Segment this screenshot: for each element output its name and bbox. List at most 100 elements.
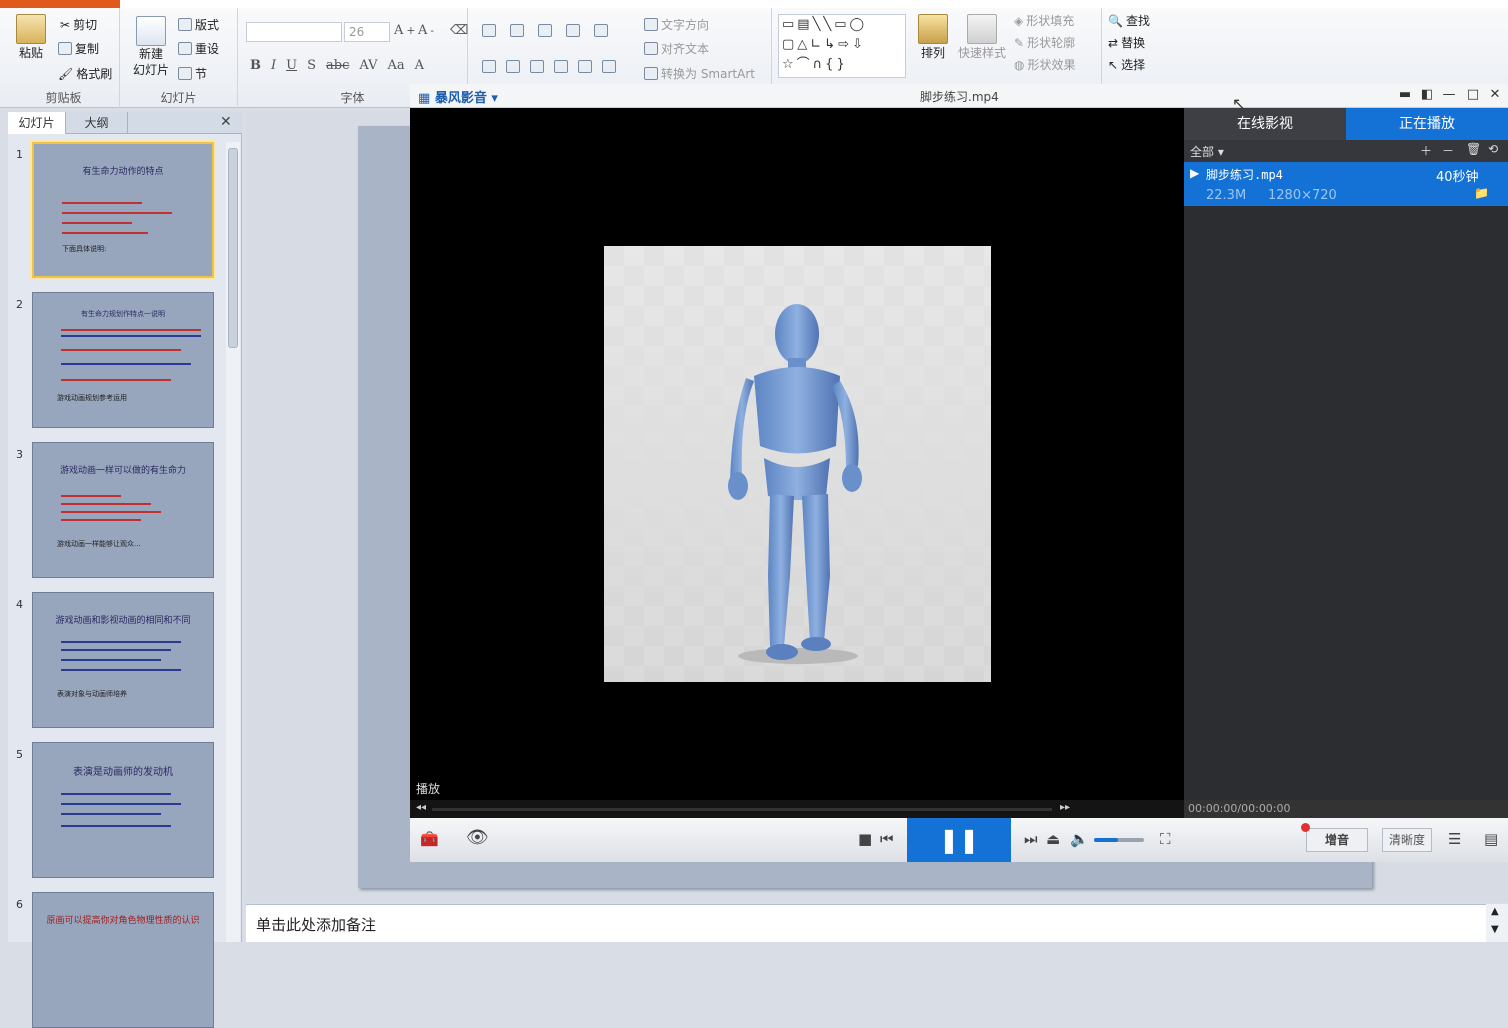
volume-slider[interactable] bbox=[1094, 838, 1144, 842]
reset-button[interactable]: 重设 bbox=[178, 40, 219, 57]
tab-now-playing[interactable]: 正在播放 bbox=[1346, 108, 1508, 140]
tab-slides[interactable]: 幻灯片 bbox=[8, 112, 66, 134]
minimize-icon[interactable]: — bbox=[1440, 86, 1458, 104]
underline-button[interactable]: U bbox=[286, 58, 297, 73]
slide-thumbnail-5[interactable]: 表演是动画师的发动机 bbox=[32, 742, 214, 878]
player-menu-button[interactable]: ▦ 暴风影音 ▾ bbox=[418, 87, 498, 106]
eject-icon[interactable]: ⏏ bbox=[1046, 830, 1060, 848]
player-title: 脚步练习.mp4 bbox=[920, 90, 999, 104]
file-tab[interactable] bbox=[0, 0, 120, 8]
slide-thumbnail-1[interactable]: 有生命力动作的特点 下面具体说明: bbox=[32, 142, 214, 278]
volume-icon[interactable]: 🔈 bbox=[1070, 830, 1089, 848]
numbering-icon[interactable] bbox=[510, 24, 524, 37]
bold-button[interactable]: B bbox=[250, 58, 261, 73]
bullets-icon[interactable] bbox=[482, 24, 496, 37]
stop-icon[interactable]: ■ bbox=[858, 830, 872, 848]
eye-icon[interactable]: 👁 bbox=[466, 827, 489, 848]
slide-thumbnail-2[interactable]: 有生命力规划作特点一说明 游戏动画规划参考运用 bbox=[32, 292, 214, 428]
clear-format-icon[interactable]: ⌫ bbox=[450, 23, 468, 38]
filter-dropdown[interactable]: 全部 ▾ bbox=[1190, 145, 1224, 159]
new-slide-button[interactable]: 新建 幻灯片 bbox=[126, 16, 176, 78]
shape-fill-button[interactable]: ◈ 形状填充 bbox=[1014, 12, 1074, 29]
folder-icon[interactable]: 📁 bbox=[1474, 186, 1489, 200]
shape-outline-button[interactable]: ✎ 形状轮廓 bbox=[1014, 34, 1075, 51]
decrease-indent-icon[interactable] bbox=[538, 24, 552, 37]
audio-enhance-button[interactable]: 增音 bbox=[1301, 823, 1368, 852]
slide-thumbnail-4[interactable]: 游戏动画和影视动画的相同和不同 表演对象与动画师培养 bbox=[32, 592, 214, 728]
scroll-up-icon[interactable]: ▲ bbox=[1491, 906, 1499, 917]
section-icon bbox=[178, 67, 192, 80]
pane-scrollbar[interactable] bbox=[226, 142, 240, 942]
rewind-icon[interactable]: ◂◂ bbox=[416, 802, 426, 813]
section-button[interactable]: 节 bbox=[178, 65, 207, 82]
align-left-icon[interactable] bbox=[482, 60, 496, 73]
copy-button[interactable]: 复制 bbox=[58, 40, 99, 57]
close-pane-icon[interactable]: ✕ bbox=[220, 114, 232, 130]
grow-font-icon[interactable]: A + bbox=[394, 23, 415, 38]
columns-icon[interactable] bbox=[602, 60, 616, 73]
change-case-button[interactable]: Aa bbox=[388, 58, 405, 73]
clipboard-label: 剪贴板 bbox=[45, 91, 82, 105]
slide-thumbnail-6[interactable]: 原画可以提高你对角色物理性质的认识 bbox=[32, 892, 214, 1028]
seek-bar[interactable]: ◂◂ ▸▸ bbox=[410, 800, 1184, 818]
loop-icon[interactable]: ⟲ bbox=[1488, 142, 1498, 156]
arrange-button[interactable]: 排列 bbox=[918, 14, 948, 61]
side-panel-icon[interactable]: ▤ bbox=[1484, 830, 1498, 848]
toolbox-icon[interactable]: 🧰 bbox=[420, 830, 439, 848]
skin-icon[interactable]: ◧ bbox=[1418, 86, 1436, 104]
char-spacing-button[interactable]: AV bbox=[359, 58, 377, 73]
paste-button[interactable]: 粘贴 bbox=[16, 14, 46, 61]
font-size-select[interactable]: 26 bbox=[344, 22, 390, 42]
layout-button[interactable]: 版式 bbox=[178, 16, 219, 33]
shadow-button[interactable]: S bbox=[307, 58, 316, 73]
maximize-icon[interactable]: □ bbox=[1464, 86, 1482, 104]
font-name-select[interactable] bbox=[246, 22, 342, 42]
smartart-button[interactable]: 转换为 SmartArt bbox=[644, 65, 755, 82]
format-painter-button[interactable]: 🖌 格式刷 bbox=[58, 65, 112, 82]
playlist-item[interactable]: ▶ 脚步练习.mp4 40秒钟 22.3M 1280×720 📁 bbox=[1184, 162, 1508, 206]
find-button[interactable]: 🔍 查找 bbox=[1108, 12, 1150, 29]
remove-icon[interactable]: － bbox=[1442, 142, 1454, 159]
replace-button[interactable]: ⇄ 替换 bbox=[1108, 34, 1145, 51]
scissors-icon: ✂ bbox=[60, 17, 71, 32]
strikethrough-button[interactable]: abc bbox=[326, 58, 349, 73]
line-spacing-icon[interactable] bbox=[594, 24, 608, 37]
vertical-scrollbar[interactable]: ▲ ▼ bbox=[1486, 904, 1508, 942]
quick-styles-button[interactable]: 快速样式 bbox=[958, 14, 1006, 61]
notes-pane[interactable]: 单击此处添加备注 bbox=[246, 904, 1486, 942]
tab-outline[interactable]: 大纲 bbox=[66, 112, 128, 134]
justify-icon[interactable] bbox=[554, 60, 568, 73]
pause-button[interactable]: ❚❚ bbox=[907, 818, 1011, 862]
shrink-font-icon[interactable]: A- bbox=[418, 23, 434, 38]
scroll-down-icon[interactable]: ▼ bbox=[1491, 924, 1499, 935]
close-icon[interactable]: ✕ bbox=[1486, 86, 1504, 104]
align-text-button[interactable]: 对齐文本 bbox=[644, 40, 709, 57]
clarity-button[interactable]: 清晰度 bbox=[1382, 828, 1432, 852]
trash-icon[interactable]: 🗑 bbox=[1466, 142, 1481, 156]
video-frame[interactable] bbox=[604, 246, 991, 682]
fast-forward-icon[interactable]: ▸▸ bbox=[1060, 802, 1070, 813]
scroll-thumb[interactable] bbox=[228, 148, 238, 348]
previous-icon[interactable]: ⏮ bbox=[880, 830, 894, 848]
text-direction-button[interactable]: 文字方向 bbox=[644, 16, 709, 33]
cut-button[interactable]: ✂ 剪切 bbox=[60, 16, 97, 33]
shape-effects-button[interactable]: ◍ 形状效果 bbox=[1014, 56, 1076, 73]
fullscreen-icon[interactable]: ⛶ bbox=[1160, 830, 1171, 848]
player-titlebar[interactable]: ▦ 暴风影音 ▾ 脚步练习.mp4 ▬ ◧ — □ ✕ bbox=[410, 84, 1508, 108]
align-center-icon[interactable] bbox=[506, 60, 520, 73]
text-line bbox=[61, 813, 161, 815]
slide-thumbnail-3[interactable]: 游戏动画一样可以做的有生命力 游戏动画一样能够让观众... bbox=[32, 442, 214, 578]
italic-button[interactable]: I bbox=[271, 58, 276, 73]
tab-online-video[interactable]: 在线影视 bbox=[1184, 108, 1346, 140]
seek-track[interactable] bbox=[432, 808, 1052, 811]
playlist-toggle-icon[interactable]: ☰ bbox=[1448, 830, 1461, 848]
shapes-gallery[interactable]: ▭▤╲╲▭◯ ▢△∟↳⇨⇩ ☆⌒∩{} bbox=[778, 14, 906, 78]
next-icon[interactable]: ⏭ bbox=[1024, 830, 1038, 848]
add-icon[interactable]: ＋ bbox=[1420, 142, 1432, 159]
align-right-icon[interactable] bbox=[530, 60, 544, 73]
distributed-icon[interactable] bbox=[578, 60, 592, 73]
increase-indent-icon[interactable] bbox=[566, 24, 580, 37]
font-color-button[interactable]: A bbox=[415, 58, 424, 73]
select-button[interactable]: ↖ 选择 bbox=[1108, 56, 1145, 73]
feedback-icon[interactable]: ▬ bbox=[1396, 86, 1414, 104]
